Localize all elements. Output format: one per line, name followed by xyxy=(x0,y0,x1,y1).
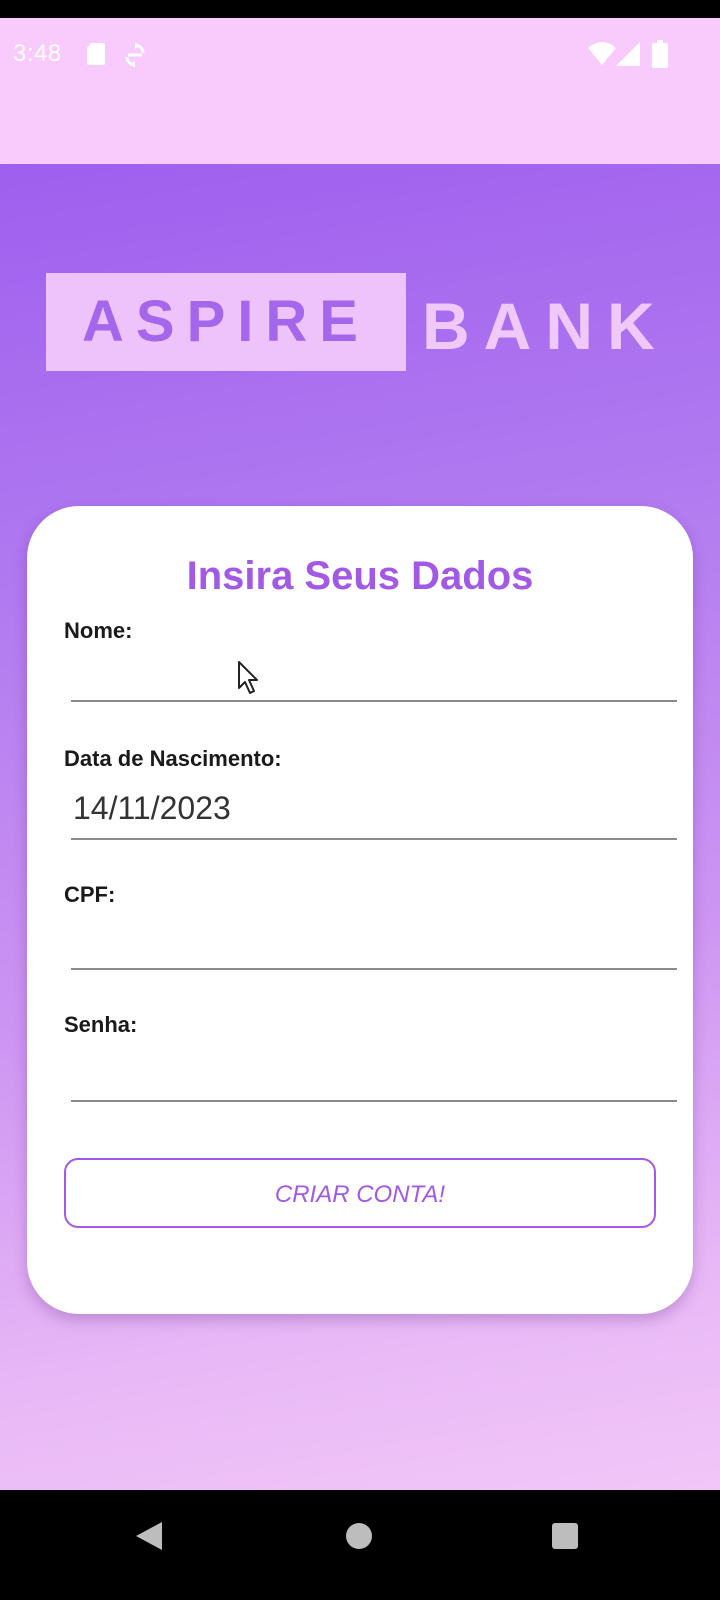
top-edge xyxy=(0,0,720,18)
password-label: Senha: xyxy=(64,1012,138,1037)
cpf-input[interactable] xyxy=(71,914,677,970)
signup-card: Insira Seus Dados Nome: Data de Nascimen… xyxy=(27,506,693,1314)
status-time: 3:48 xyxy=(13,40,62,67)
form-title: Insira Seus Dados xyxy=(186,554,534,598)
screen: 3:48 ASPIRE BANK Insira Seus Dados Nome:… xyxy=(0,0,720,1600)
birthdate-label: Data de Nascimento: xyxy=(64,746,282,771)
logo-word-bank: BANK xyxy=(422,289,669,363)
app-background: ASPIRE BANK Insira Seus Dados Nome: Data… xyxy=(0,164,720,1490)
create-account-button[interactable]: CRIAR CONTA! xyxy=(64,1158,656,1228)
sd-card-icon xyxy=(86,42,106,71)
signal-icon xyxy=(616,42,640,71)
back-icon[interactable] xyxy=(134,1520,164,1557)
password-input[interactable] xyxy=(71,1046,677,1102)
birthdate-input[interactable] xyxy=(71,784,677,840)
mouse-cursor-icon xyxy=(237,660,261,701)
aspire-bank-logo: ASPIRE BANK xyxy=(46,273,686,371)
logo-word-aspire: ASPIRE xyxy=(82,289,370,354)
recents-icon[interactable] xyxy=(551,1522,579,1555)
status-bar: 3:48 xyxy=(0,18,720,164)
navigation-bar xyxy=(0,1490,720,1600)
name-label: Nome: xyxy=(64,618,133,643)
cpf-label: CPF: xyxy=(64,882,116,907)
home-icon[interactable] xyxy=(344,1521,374,1556)
sync-icon xyxy=(124,42,146,73)
name-input[interactable] xyxy=(71,646,677,702)
wifi-icon xyxy=(588,42,616,71)
battery-icon xyxy=(652,40,668,73)
